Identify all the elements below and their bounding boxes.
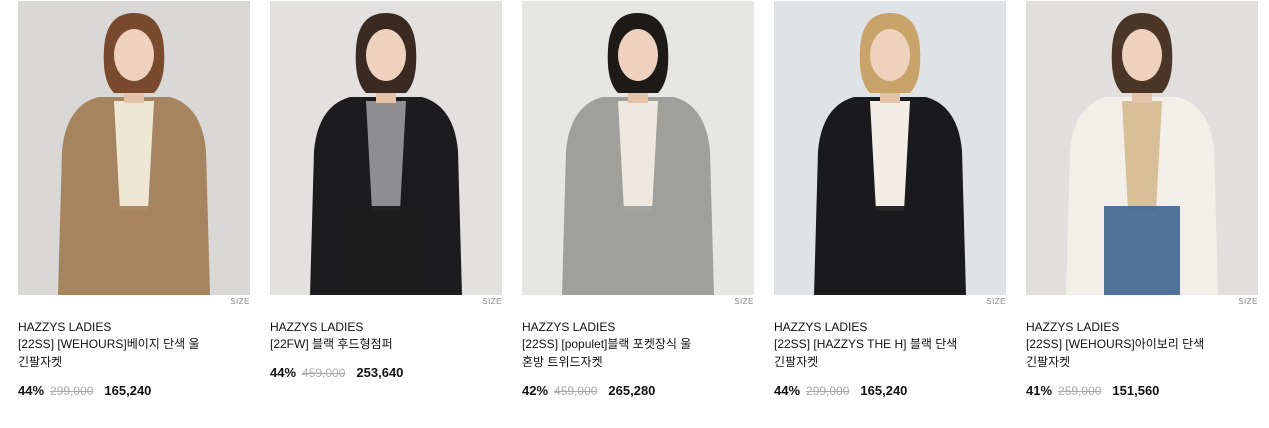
discount-rate: 44% xyxy=(270,365,297,380)
product-card[interactable]: SIZE HAZZYS LADIES [22SS] [HAZZYS THE H]… xyxy=(774,1,1006,400)
product-name[interactable]: [22SS] [populet]블랙 포켓장식 울 혼방 트위드자켓 xyxy=(522,335,732,371)
original-price: 299,000 xyxy=(806,384,850,398)
price-row: 44% 459,000 253,640 xyxy=(270,364,502,382)
size-link[interactable]: SIZE xyxy=(774,296,1006,308)
sale-price: 151,560 xyxy=(1112,383,1160,398)
product-card[interactable]: SIZE HAZZYS LADIES [22SS] [WEHOURS]아이보리 … xyxy=(1026,1,1258,400)
sale-price: 165,240 xyxy=(104,383,152,398)
discount-rate: 44% xyxy=(774,383,801,398)
price-row: 41% 259,000 151,560 xyxy=(1026,382,1258,400)
product-name-line: [22SS] [WEHOURS]베이지 단색 울 xyxy=(18,337,200,351)
product-name-line: 긴팔자켓 xyxy=(1026,355,1071,369)
product-name[interactable]: [22SS] [WEHOURS]베이지 단색 울 긴팔자켓 xyxy=(18,335,228,371)
sale-price: 165,240 xyxy=(860,383,908,398)
product-brand: HAZZYS LADIES xyxy=(522,320,616,334)
size-link[interactable]: SIZE xyxy=(18,296,250,308)
product-name-line: 긴팔자켓 xyxy=(18,355,63,369)
product-name-line: 긴팔자켓 xyxy=(774,355,819,369)
product-name-line: [22FW] 블랙 후드형점퍼 xyxy=(270,337,393,351)
price-row: 42% 459,000 265,280 xyxy=(522,382,754,400)
product-name-line: [22SS] [populet]블랙 포켓장식 울 xyxy=(522,337,692,351)
original-price: 299,000 xyxy=(50,384,94,398)
product-card[interactable]: SIZE HAZZYS LADIES [22SS] [WEHOURS]베이지 단… xyxy=(18,1,250,400)
product-image[interactable] xyxy=(18,1,250,295)
product-name[interactable]: [22SS] [WEHOURS]아이보리 단색 긴팔자켓 xyxy=(1026,335,1236,371)
price-row: 44% 299,000 165,240 xyxy=(18,382,250,400)
product-brand: HAZZYS LADIES xyxy=(270,320,364,334)
product-image[interactable] xyxy=(522,1,754,295)
size-link[interactable]: SIZE xyxy=(522,296,754,308)
size-link[interactable]: SIZE xyxy=(1026,296,1258,308)
sale-price: 253,640 xyxy=(356,365,404,380)
size-link[interactable]: SIZE xyxy=(270,296,502,308)
product-image[interactable] xyxy=(1026,1,1258,295)
product-name-line: 혼방 트위드자켓 xyxy=(522,355,603,369)
product-card[interactable]: SIZE HAZZYS LADIES [22FW] 블랙 후드형점퍼 44% 4… xyxy=(270,1,502,400)
discount-rate: 44% xyxy=(18,383,45,398)
product-name-line: [22SS] [WEHOURS]아이보리 단색 xyxy=(1026,337,1205,351)
product-brand: HAZZYS LADIES xyxy=(774,320,868,334)
product-brand: HAZZYS LADIES xyxy=(18,320,112,334)
original-price: 459,000 xyxy=(302,366,346,380)
original-price: 459,000 xyxy=(554,384,598,398)
product-image[interactable] xyxy=(270,1,502,295)
product-card[interactable]: SIZE HAZZYS LADIES [22SS] [populet]블랙 포켓… xyxy=(522,1,754,400)
product-name[interactable]: [22SS] [HAZZYS THE H] 블랙 단색 긴팔자켓 xyxy=(774,335,984,371)
product-name-line: [22SS] [HAZZYS THE H] 블랙 단색 xyxy=(774,337,958,351)
product-image[interactable] xyxy=(774,1,1006,295)
discount-rate: 41% xyxy=(1026,383,1053,398)
sale-price: 265,280 xyxy=(608,383,656,398)
discount-rate: 42% xyxy=(522,383,549,398)
original-price: 259,000 xyxy=(1058,384,1102,398)
product-brand: HAZZYS LADIES xyxy=(1026,320,1120,334)
price-row: 44% 299,000 165,240 xyxy=(774,382,1006,400)
product-grid: SIZE HAZZYS LADIES [22SS] [WEHOURS]베이지 단… xyxy=(18,1,1258,400)
product-name[interactable]: [22FW] 블랙 후드형점퍼 xyxy=(270,335,480,353)
